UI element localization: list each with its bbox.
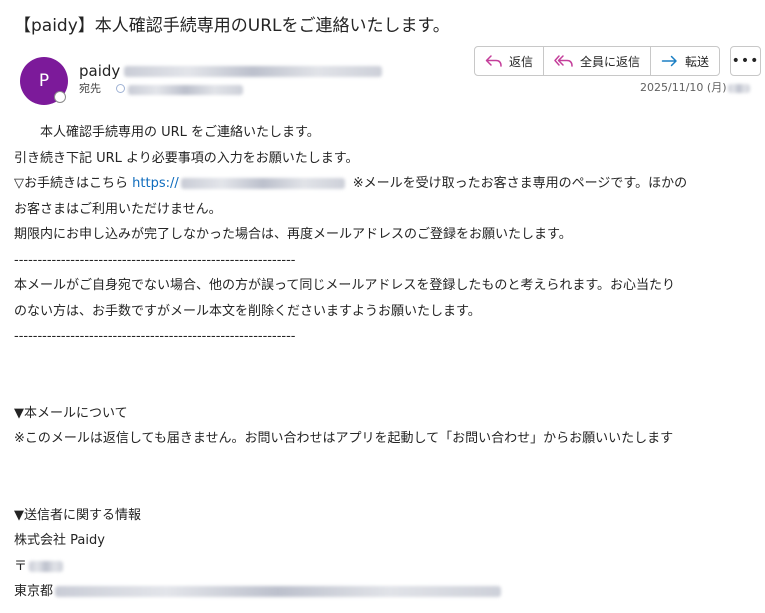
forward-arrow-icon — [661, 55, 677, 67]
verification-link[interactable]: https:// — [132, 176, 179, 191]
link-redacted[interactable] — [180, 178, 345, 189]
recipient-status-icon — [116, 84, 125, 93]
recipient-redacted[interactable] — [128, 85, 243, 95]
body-line: 本メールがご自身宛でない場合、他の方が誤って同じメールアドレスを登録したものと考… — [14, 278, 676, 293]
reply-all-icon — [554, 55, 573, 67]
sender-info-heading: ▼送信者に関する情報 — [14, 507, 141, 523]
forward-button[interactable]: 転送 — [650, 47, 719, 75]
postal-code: 〒 — [14, 554, 759, 580]
email-body: 本人確認手続専用の URL をご連絡いたします。 引き続き下記 URL より必要… — [14, 120, 759, 605]
body-line-prefix: ▽お手続きはこちら — [14, 176, 133, 191]
body-line-suffix: ※メールを受け取ったお客さま専用のページです。ほかの — [352, 176, 688, 191]
company-name: 株式会社 Paidy — [14, 533, 105, 548]
address-prefix: 東京都 — [14, 584, 54, 599]
reply-label: 返信 — [509, 54, 534, 69]
reply-all-label: 全員に返信 — [580, 54, 641, 69]
about-text: ※このメールは返信しても届きません。お問い合わせはアプリを起動して「お問い合わせ… — [14, 431, 674, 446]
body-line: 本人確認手続専用の URL をご連絡いたします。 — [40, 125, 320, 140]
body-line: 引き続き下記 URL より必要事項の入力をお願いたします。 — [14, 150, 359, 166]
sender-email-redacted — [124, 66, 382, 77]
body-line: のない方は、お手数ですがメール本文を削除くださいますようお願いたします。 — [14, 303, 481, 319]
body-line: お客さまはご利用いただけません。 — [14, 201, 222, 217]
forward-label: 転送 — [685, 54, 710, 69]
postal-prefix: 〒 — [14, 558, 28, 574]
divider-line: ----------------------------------------… — [14, 252, 296, 268]
reply-button[interactable]: 返信 — [475, 47, 543, 75]
divider-line: ----------------------------------------… — [14, 329, 296, 344]
more-dots-icon: ••• — [731, 53, 760, 69]
sender-name[interactable]: paidy — [79, 62, 120, 80]
about-heading: ▼本メールについて — [14, 405, 128, 421]
address-redacted — [55, 586, 502, 597]
response-toolbar: 返信 全員に返信 転送 — [474, 46, 721, 76]
presence-status-icon — [54, 91, 66, 103]
more-actions-button[interactable]: ••• — [730, 46, 761, 76]
to-label: 宛先 — [79, 82, 101, 95]
postal-redacted — [29, 560, 64, 572]
reply-all-button[interactable]: 全員に返信 — [543, 47, 650, 75]
avatar-initial: P — [38, 71, 50, 91]
reply-icon — [485, 55, 502, 67]
date-text: 2025/11/10 (月) — [640, 81, 727, 94]
body-line: 期限内にお申し込みが完了しなかった場合は、再度メールアドレスのご登録をお願いたし… — [14, 227, 572, 242]
body-line-with-link: ▽お手続きはこちら https:// ※メールを受け取ったお客さま専用のページです… — [14, 171, 759, 197]
time-redacted — [728, 83, 751, 93]
email-subject: 【paidy】本人確認手続専用のURLをご連絡いたします。 — [14, 16, 450, 36]
received-date: 2025/11/10 (月) — [640, 81, 751, 95]
address: 東京都 — [14, 579, 759, 605]
